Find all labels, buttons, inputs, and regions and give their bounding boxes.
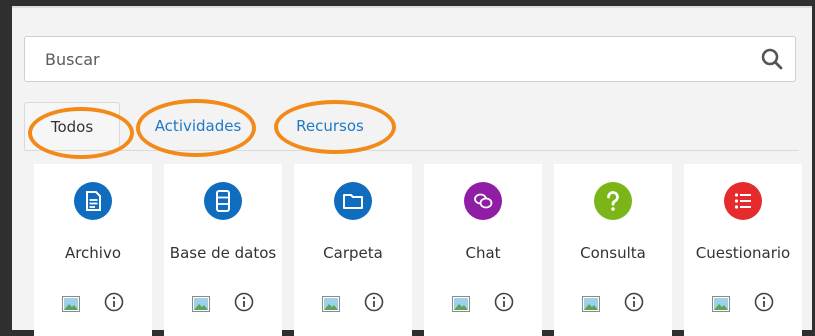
info-icon[interactable] xyxy=(234,292,254,312)
module-actions xyxy=(34,292,152,316)
module-card-consulta[interactable]: Consulta xyxy=(554,164,672,336)
module-actions xyxy=(424,292,542,316)
module-label: Cuestionario xyxy=(695,243,791,262)
module-actions xyxy=(684,292,802,316)
module-actions xyxy=(294,292,412,316)
module-label: Base de datos xyxy=(169,243,277,262)
tab-recursos[interactable]: Recursos xyxy=(280,102,380,150)
info-icon[interactable] xyxy=(494,292,514,312)
image-icon xyxy=(62,296,80,312)
search-box xyxy=(24,36,796,82)
search-icon xyxy=(761,48,783,70)
module-actions xyxy=(554,292,672,316)
tab-actividades[interactable]: Actividades xyxy=(142,102,254,150)
image-icon xyxy=(712,296,730,312)
chat-icon xyxy=(464,182,502,220)
module-card-cuestionario[interactable]: Cuestionario xyxy=(684,164,802,336)
module-card-archivo[interactable]: Archivo xyxy=(34,164,152,336)
search-input[interactable] xyxy=(25,37,725,81)
module-label: Chat xyxy=(465,243,501,262)
module-label: Consulta xyxy=(580,243,646,262)
info-icon[interactable] xyxy=(624,292,644,312)
list-icon xyxy=(724,182,762,220)
module-label: Archivo xyxy=(64,243,122,262)
image-icon xyxy=(452,296,470,312)
info-icon[interactable] xyxy=(754,292,774,312)
module-card-chat[interactable]: Chat xyxy=(424,164,542,336)
info-icon[interactable] xyxy=(364,292,384,312)
module-actions xyxy=(164,292,282,316)
tab-bar: Todos Actividades Recursos xyxy=(24,102,799,151)
image-icon xyxy=(322,296,340,312)
chooser-panel: Todos Actividades Recursos Archivo xyxy=(12,6,812,336)
folder-icon xyxy=(334,182,372,220)
info-icon[interactable] xyxy=(104,292,124,312)
search-button[interactable] xyxy=(755,43,789,75)
tab-todos[interactable]: Todos xyxy=(24,102,120,150)
image-icon xyxy=(582,296,600,312)
module-label: Carpeta xyxy=(323,243,383,262)
module-grid: Archivo Base de datos Carpeta Chat Consu… xyxy=(34,164,814,336)
file-icon xyxy=(74,182,112,220)
image-icon xyxy=(192,296,210,312)
module-card-carpeta[interactable]: Carpeta xyxy=(294,164,412,336)
question-icon xyxy=(594,182,632,220)
module-card-base-de-datos[interactable]: Base de datos xyxy=(164,164,282,336)
database-icon xyxy=(204,182,242,220)
